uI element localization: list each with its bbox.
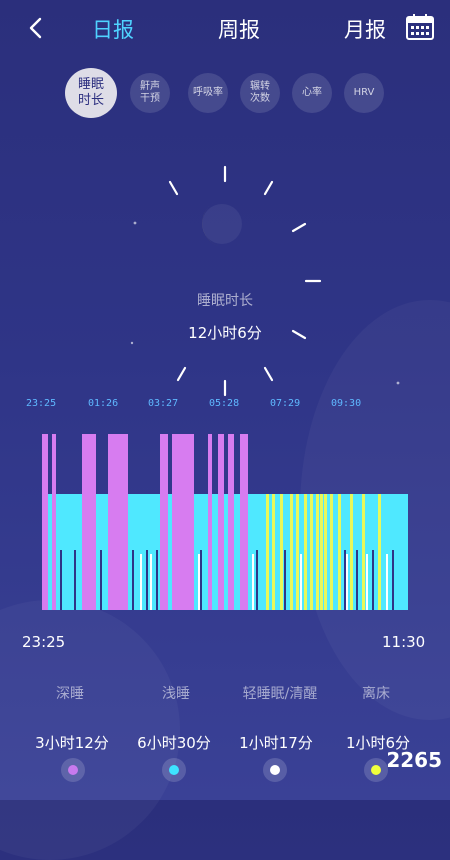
deep-sleep-bar [108, 434, 128, 610]
gap-bar [156, 550, 158, 610]
chip-label: 心率 [302, 87, 322, 98]
off-bed-bar [346, 554, 348, 610]
tick-label: 03:27 [148, 398, 179, 409]
gap-bar [372, 550, 374, 610]
chip-snore[interactable]: 鼾声 干预 [130, 73, 170, 113]
sleep-duration-value: 12小时6分 [188, 324, 262, 342]
deep-sleep-bar [240, 434, 248, 610]
gap-bar [284, 550, 286, 610]
legend-deep-dot [61, 758, 85, 782]
legend-awake-dot [263, 758, 287, 782]
metric-chips: 睡眠 时长 鼾声 干预 呼吸率 辗转 次数 心率 HRV [0, 68, 450, 118]
deep-sleep-bar [218, 434, 224, 610]
gap-bar [132, 550, 134, 610]
tick-label: 09:30 [331, 398, 362, 409]
deep-sleep-bar [172, 434, 194, 610]
deep-sleep-bar [52, 434, 56, 610]
awake-bar [266, 494, 269, 610]
timeline-ticks: 23:25 01:26 03:27 05:28 07:29 09:30 [0, 398, 450, 414]
off-bed-bar [150, 554, 152, 610]
gap-bar [74, 550, 76, 610]
chip-breath-rate[interactable]: 呼吸率 [188, 73, 228, 113]
legend-dot [169, 765, 179, 775]
gap-bar [60, 550, 62, 610]
legend-awake-duration: 1小时17分 [239, 734, 313, 752]
legend-awake-label: 轻睡眠/清醒 [242, 686, 318, 702]
gap-bar [100, 550, 102, 610]
deep-sleep-bar [160, 434, 168, 610]
awake-bar [320, 494, 323, 610]
awake-bar [272, 494, 275, 610]
chip-heart-rate[interactable]: 心率 [292, 73, 332, 113]
chip-label: 呼吸率 [193, 87, 223, 98]
sleep-dial [130, 165, 400, 397]
chip-label: 睡眠 时长 [77, 77, 104, 108]
awake-bar [330, 494, 333, 610]
deep-sleep-bar [228, 434, 234, 610]
off-bed-bar [252, 554, 254, 610]
legend-deep-label: 深睡 [56, 686, 84, 702]
chart-end-time: 11:30 [382, 633, 426, 651]
deep-sleep-bar [208, 434, 212, 610]
legend-light-duration: 6小时30分 [137, 734, 211, 752]
awake-bar [304, 494, 307, 610]
legend-dot [68, 765, 78, 775]
awake-bar [296, 494, 299, 610]
awake-bar [362, 494, 365, 610]
sleep-stage-chart [42, 434, 408, 610]
tick-label: 07:29 [270, 398, 301, 409]
gap-bar [356, 550, 358, 610]
calendar-icon[interactable] [406, 14, 434, 40]
light-sleep-band [42, 494, 408, 610]
awake-bar [310, 494, 313, 610]
awake-bar [324, 494, 327, 610]
deep-sleep-bar [42, 434, 48, 610]
awake-bar [338, 494, 341, 610]
chip-label: 鼾声 干预 [140, 81, 160, 104]
legend-light-label: 浅睡 [162, 686, 190, 702]
gap-bar [256, 550, 258, 610]
tick-label: 01:26 [88, 398, 119, 409]
gap-bar [200, 550, 202, 610]
sleep-duration-label: 睡眠时长 [197, 293, 253, 309]
legend-offbed-label: 离床 [362, 686, 390, 702]
deep-sleep-bar [82, 434, 96, 610]
off-bed-bar [198, 554, 200, 610]
chip-hrv[interactable]: HRV [344, 73, 384, 113]
tab-monthly[interactable]: 月报 [344, 14, 386, 44]
legend-offbed-dot [364, 758, 388, 782]
legend-dot [371, 765, 381, 775]
chip-label: 辗转 次数 [250, 81, 270, 104]
dial-ticks [168, 165, 322, 397]
top-bar: 日报 周报 月报 [0, 0, 450, 56]
tab-weekly[interactable]: 周报 [218, 14, 260, 44]
legend-light-dot [162, 758, 186, 782]
chart-start-time: 23:25 [22, 633, 66, 651]
awake-bar [378, 494, 381, 610]
tab-daily[interactable]: 日报 [92, 14, 134, 44]
tick-label: 23:25 [26, 398, 57, 409]
off-bed-bar [140, 554, 142, 610]
back-arrow-icon[interactable] [22, 13, 52, 43]
chip-turns[interactable]: 辗转 次数 [240, 73, 280, 113]
legend-deep-duration: 3小时12分 [35, 734, 109, 752]
awake-bar [280, 494, 283, 610]
awake-bar [350, 494, 353, 610]
tick-label: 05:28 [209, 398, 240, 409]
off-bed-bar [300, 554, 302, 610]
off-bed-bar [366, 554, 368, 610]
chip-sleep-duration[interactable]: 睡眠 时长 [65, 68, 117, 118]
watermark: 2265 [386, 748, 442, 772]
chip-label: HRV [353, 87, 375, 98]
awake-bar [316, 494, 319, 610]
legend-dot [270, 765, 280, 775]
gap-bar [146, 550, 148, 610]
gap-bar [344, 550, 346, 610]
off-bed-bar [386, 554, 388, 610]
gap-bar [392, 550, 394, 610]
awake-bar [290, 494, 293, 610]
